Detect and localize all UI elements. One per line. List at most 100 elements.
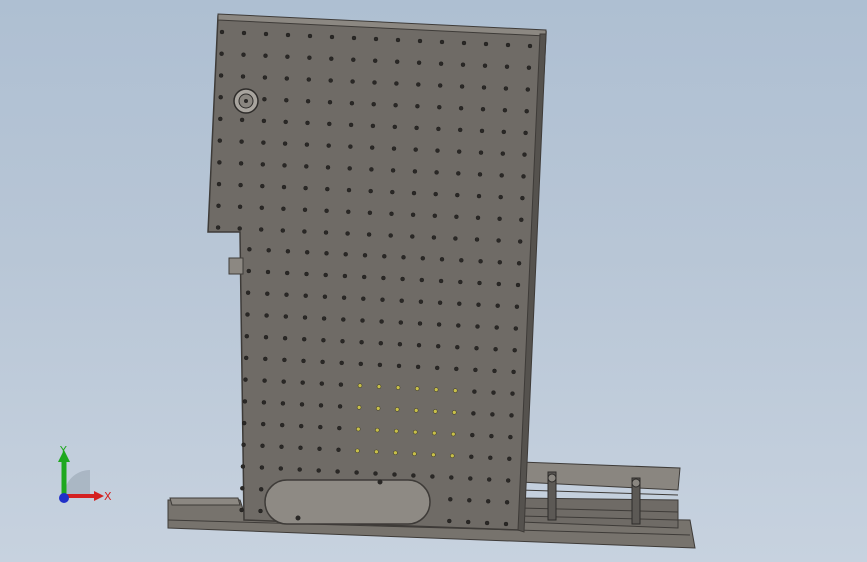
panel-hole — [324, 251, 329, 256]
panel-hole — [327, 121, 332, 127]
panel-hole — [241, 442, 246, 447]
panel-hole — [355, 448, 360, 453]
panel-hole — [380, 297, 385, 302]
panel-hole — [496, 238, 501, 243]
panel-hole — [261, 140, 266, 145]
panel-hole — [394, 81, 399, 86]
panel-hole — [262, 96, 267, 102]
panel-hole — [521, 174, 526, 179]
panel-hole — [412, 451, 417, 456]
panel-hole — [397, 342, 403, 347]
panel-hole — [301, 358, 306, 364]
panel-hole — [338, 382, 344, 387]
panel-hole — [523, 130, 528, 136]
panel-hole — [435, 148, 440, 153]
panel-hole — [483, 41, 489, 47]
panel-hole — [341, 295, 347, 300]
panel-hole — [471, 411, 476, 416]
panel-hole — [430, 474, 435, 479]
rail-bolt-1 — [547, 473, 557, 483]
panel-hole — [376, 406, 381, 411]
panel-hole — [299, 402, 305, 407]
panel-hole — [243, 355, 249, 361]
panel-hole — [218, 116, 223, 122]
panel-hole — [432, 430, 437, 436]
panel-hole — [278, 466, 283, 471]
panel-hole — [302, 337, 307, 342]
panel-hole — [480, 106, 486, 112]
panel-hole — [455, 192, 460, 198]
panel-hole — [372, 80, 377, 85]
panel-hole — [238, 161, 244, 166]
panel-hole — [513, 326, 518, 331]
panel-hole — [416, 60, 422, 65]
panel-hole — [504, 64, 510, 69]
slot-screw-1 — [295, 515, 301, 521]
panel-hole — [263, 31, 269, 37]
side-rail-assembly[interactable] — [519, 461, 681, 529]
panel-hole — [395, 385, 401, 390]
panel-hole — [492, 368, 497, 374]
panel-hole — [279, 444, 284, 449]
panel-hole — [449, 475, 454, 480]
panel-hole — [416, 82, 421, 87]
panel-hole — [346, 209, 351, 215]
panel-hole — [316, 468, 321, 473]
panel-hole — [514, 304, 520, 309]
panel-hole — [437, 104, 442, 110]
panel-hole — [504, 500, 510, 505]
panel-hole — [413, 147, 418, 152]
panel-hole — [459, 84, 465, 89]
panel-hole — [371, 101, 376, 107]
panel-hole — [374, 449, 379, 454]
panel-hole — [438, 83, 443, 88]
panel-hole — [456, 323, 461, 328]
panel-hole — [246, 268, 252, 274]
panel-hole — [373, 58, 378, 63]
panel-hole — [241, 52, 246, 57]
panel-hole — [435, 365, 440, 371]
panel-hole — [489, 433, 494, 439]
panel-hole — [454, 214, 459, 220]
panel-hole — [510, 391, 515, 396]
panel-hole — [280, 401, 286, 406]
panel-hole — [477, 172, 483, 177]
panel-hole — [394, 428, 399, 434]
panel-hole — [479, 128, 485, 134]
panel-hole — [486, 499, 491, 504]
panel-hole — [411, 473, 416, 478]
panel-hole — [323, 230, 329, 235]
panel-hole — [302, 315, 308, 320]
panel-hole — [319, 381, 324, 386]
panel-hole — [239, 139, 244, 144]
panel-hole — [524, 108, 529, 114]
panel-hole — [415, 103, 420, 109]
panel-hole — [454, 366, 459, 372]
cad-viewport[interactable]: Y X — [0, 0, 867, 562]
panel-hole — [242, 399, 248, 404]
panel-hole — [337, 425, 342, 431]
cad-model-view[interactable] — [0, 0, 867, 562]
panel-hole — [240, 464, 246, 469]
panel-hole — [370, 123, 376, 129]
panel-hole — [453, 388, 458, 393]
panel-hole — [527, 43, 533, 49]
panel-hole — [297, 467, 302, 472]
panel-hole — [395, 407, 400, 412]
panel-hole — [342, 273, 348, 279]
panel-hole — [360, 318, 365, 323]
panel-hole — [263, 356, 268, 362]
panel-hole — [415, 364, 421, 370]
panel-hole — [512, 348, 517, 353]
panel-hole — [392, 124, 397, 130]
oval-slot[interactable] — [264, 479, 431, 525]
panel-hole — [475, 324, 480, 329]
panel-hole — [499, 173, 504, 178]
panel-hole — [433, 191, 438, 197]
panel-hole — [327, 99, 333, 105]
orientation-triad[interactable]: Y X — [40, 440, 130, 520]
panel-hole — [343, 252, 348, 257]
panel-hole — [303, 185, 308, 191]
panel-hole — [369, 167, 374, 172]
panel-hole — [377, 362, 383, 368]
